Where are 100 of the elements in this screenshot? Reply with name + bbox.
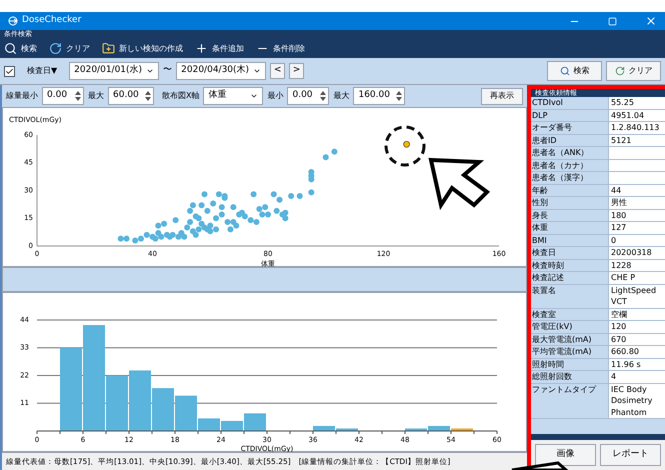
info-value: 120 bbox=[609, 321, 665, 332]
spinner-icon[interactable] bbox=[144, 90, 152, 102]
info-value: 5121 bbox=[609, 134, 665, 146]
spinner-icon[interactable] bbox=[74, 90, 82, 102]
info-label: 性別 bbox=[531, 197, 609, 208]
info-value: LightSpeed VCT bbox=[609, 284, 665, 308]
folder-plus-icon bbox=[102, 42, 115, 55]
data-point bbox=[403, 140, 410, 148]
info-value: 1.2.840.113 bbox=[609, 122, 665, 134]
x-min-field[interactable]: 0.00 bbox=[287, 87, 330, 105]
control-label: 散布図X軸 bbox=[162, 90, 200, 102]
data-point bbox=[288, 193, 294, 200]
info-value: 180 bbox=[609, 210, 665, 221]
info-label: 体重 bbox=[531, 222, 609, 234]
info-label: 患者名（漢字） bbox=[531, 172, 609, 184]
refresh-icon bbox=[49, 42, 62, 55]
data-point bbox=[201, 191, 208, 198]
field-dropdown[interactable]: 検査日▼ bbox=[19, 65, 66, 77]
range-separator: 〜 bbox=[163, 64, 172, 78]
histogram-bar bbox=[129, 370, 151, 431]
plus-icon bbox=[195, 42, 208, 55]
close-icon[interactable] bbox=[645, 15, 657, 27]
spinner-icon[interactable] bbox=[319, 90, 328, 102]
histogram-bar bbox=[152, 388, 174, 431]
toolbar-button[interactable]: クリア bbox=[49, 42, 94, 55]
window-title: DoseChecker bbox=[22, 14, 82, 28]
toolbar-button[interactable]: 条件追加 bbox=[195, 42, 248, 55]
info-label: 装置名 bbox=[531, 284, 609, 308]
info-label: 検査記述 bbox=[531, 272, 609, 284]
info-label: 患者ID bbox=[531, 134, 609, 146]
info-label: 最大管電流(mA) bbox=[531, 334, 609, 345]
info-value: 4951.04 bbox=[609, 110, 665, 121]
refresh-icon bbox=[614, 66, 624, 76]
info-label: BMI bbox=[531, 234, 609, 246]
info-label: 身長 bbox=[531, 210, 609, 221]
x-axis-dropdown[interactable]: 体重 bbox=[203, 87, 264, 105]
control-label: 最小 bbox=[267, 90, 284, 102]
data-point bbox=[250, 191, 257, 198]
control-label: 線量最小 bbox=[6, 90, 38, 102]
info-label: 年齢 bbox=[531, 184, 609, 196]
info-value: 0 bbox=[609, 234, 665, 246]
info-label: CTDIvol bbox=[531, 97, 609, 108]
date-from-field[interactable]: 2020/01/01(水) bbox=[69, 62, 160, 80]
info-value: CHE P bbox=[609, 272, 665, 284]
previous-button[interactable]: < bbox=[270, 63, 286, 79]
data-point bbox=[296, 193, 303, 200]
control-label: 最大 bbox=[88, 90, 104, 102]
info-label: DLP bbox=[531, 110, 609, 121]
toolbar-button[interactable]: 新しい検知の作成 bbox=[102, 42, 187, 55]
info-label: 総照射回数 bbox=[531, 371, 609, 382]
info-value: IEC Body Dosimetry Phantom bbox=[609, 384, 665, 418]
toolbar-button[interactable]: 条件削除 bbox=[256, 42, 309, 55]
panel-button[interactable]: レポート bbox=[600, 444, 661, 466]
info-label: 平均管電流(mA) bbox=[531, 346, 609, 358]
chevron-down-icon[interactable] bbox=[146, 67, 154, 75]
info-value: 20200318 bbox=[609, 247, 665, 258]
maximize-icon[interactable] bbox=[608, 16, 617, 26]
x-max-field[interactable]: 160.00 bbox=[353, 87, 406, 105]
info-label: 照射時間 bbox=[531, 358, 609, 370]
info-label: 検査室 bbox=[531, 308, 609, 320]
app-icon bbox=[8, 16, 18, 26]
info-value: 4 bbox=[609, 371, 665, 382]
control-label: 最大 bbox=[333, 90, 350, 102]
chevron-down-icon[interactable] bbox=[253, 67, 262, 75]
toolbar-button[interactable]: 検索 bbox=[4, 42, 41, 55]
pointer-arrow bbox=[428, 158, 490, 210]
data-point bbox=[331, 148, 338, 155]
data-point bbox=[308, 189, 314, 196]
dose-max-field[interactable]: 60.00 bbox=[108, 87, 154, 105]
info-label: 検査時刻 bbox=[531, 260, 609, 271]
search-icon bbox=[560, 66, 570, 76]
search-icon bbox=[4, 42, 17, 55]
next-button[interactable]: > bbox=[289, 63, 304, 79]
info-label: オーダ番号 bbox=[531, 122, 609, 134]
info-value: 670 bbox=[609, 334, 665, 345]
info-value: 空欄 bbox=[609, 308, 665, 320]
checkbox[interactable] bbox=[4, 66, 15, 76]
dashed-circle bbox=[384, 126, 426, 166]
search-button[interactable]: 検索 bbox=[547, 61, 602, 81]
info-label: 管電圧(kV) bbox=[531, 321, 609, 332]
info-label: ファントムタイプ bbox=[531, 384, 609, 418]
info-value: 男性 bbox=[609, 197, 665, 208]
info-label: 患者名（ANK） bbox=[531, 147, 609, 158]
info-value: 660.80 bbox=[609, 346, 665, 358]
panel-button[interactable]: 画像 bbox=[535, 444, 596, 466]
info-value: 11.96 s bbox=[609, 358, 665, 370]
info-label: 患者名（カナ） bbox=[531, 160, 609, 171]
date-to-field[interactable]: 2020/04/30(木) bbox=[176, 62, 266, 80]
redraw-button[interactable]: 再表示 bbox=[481, 88, 523, 104]
chevron-down-icon[interactable] bbox=[250, 92, 258, 100]
data-point bbox=[172, 217, 179, 224]
dose-min-field[interactable]: 0.00 bbox=[42, 87, 84, 105]
spinner-icon[interactable] bbox=[395, 90, 404, 102]
clear-button[interactable]: クリア bbox=[606, 61, 661, 81]
data-point bbox=[322, 154, 329, 160]
info-value: 55.25 bbox=[609, 97, 665, 108]
info-label: 検査日 bbox=[531, 247, 609, 258]
info-value: 1228 bbox=[609, 260, 665, 271]
info-value: 127 bbox=[609, 222, 665, 234]
info-value: 44 bbox=[609, 184, 665, 196]
